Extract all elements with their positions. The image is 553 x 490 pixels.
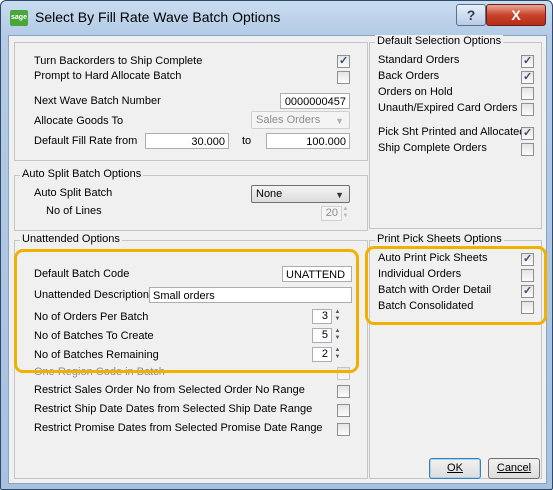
unauth-card-orders-checkbox[interactable] bbox=[521, 103, 534, 116]
window-title: Select By Fill Rate Wave Batch Options bbox=[35, 9, 281, 25]
default-selection-title: Default Selection Options bbox=[375, 35, 504, 47]
no-of-lines-label: No of Lines bbox=[46, 205, 102, 217]
allocate-goods-value: Sales Orders bbox=[256, 114, 321, 126]
unattended-highlight-box bbox=[14, 249, 359, 373]
cancel-button[interactable]: Cancel bbox=[488, 458, 540, 479]
default-selection-group: Default Selection Options Standard Order… bbox=[369, 35, 542, 229]
auto-split-group: Auto Split Batch Options Auto Split Batc… bbox=[14, 168, 368, 231]
cancel-button-label: Cancel bbox=[496, 462, 532, 474]
restrict-ship-date-checkbox[interactable] bbox=[337, 404, 350, 417]
orders-on-hold-label: Orders on Hold bbox=[378, 86, 453, 98]
next-wave-batch-field[interactable]: 0000000457 bbox=[280, 93, 350, 109]
standard-orders-label: Standard Orders bbox=[378, 54, 460, 66]
allocate-goods-label: Allocate Goods To bbox=[34, 115, 124, 127]
restrict-sales-order-label: Restrict Sales Order No from Selected Or… bbox=[34, 384, 305, 396]
back-orders-checkbox[interactable] bbox=[521, 70, 534, 84]
ship-complete-orders-checkbox[interactable] bbox=[521, 143, 534, 156]
ship-complete-orders-label: Ship Complete Orders bbox=[378, 142, 487, 154]
ok-button[interactable]: OK bbox=[429, 458, 481, 479]
chevron-down-icon: ▼ bbox=[335, 116, 344, 126]
fill-rate-to-field[interactable]: 100.000 bbox=[266, 133, 350, 149]
auto-split-title: Auto Split Batch Options bbox=[20, 168, 144, 180]
ok-button-label: OK bbox=[447, 462, 463, 474]
help-button[interactable]: ? bbox=[456, 4, 486, 26]
restrict-ship-date-label: Restrict Ship Date Dates from Selected S… bbox=[34, 403, 313, 415]
turn-backorders-label: Turn Backorders to Ship Complete bbox=[34, 55, 203, 67]
orders-on-hold-checkbox[interactable] bbox=[521, 87, 534, 100]
next-wave-batch-label: Next Wave Batch Number bbox=[34, 95, 161, 107]
restrict-promise-date-label: Restrict Promise Dates from Selected Pro… bbox=[34, 422, 323, 434]
pick-sht-printed-checkbox[interactable] bbox=[521, 126, 534, 140]
dialog-client-area: Turn Backorders to Ship Complete Prompt … bbox=[8, 35, 547, 484]
unauth-card-orders-label: Unauth/Expired Card Orders bbox=[378, 102, 518, 114]
auto-split-batch-label: Auto Split Batch bbox=[34, 187, 113, 199]
back-orders-label: Back Orders bbox=[378, 70, 440, 82]
default-fill-rate-label: Default Fill Rate from bbox=[34, 135, 138, 147]
close-button[interactable]: X bbox=[486, 4, 546, 26]
prompt-hard-allocate-checkbox[interactable] bbox=[337, 71, 350, 84]
pick-sht-printed-label: Pick Sht Printed and Allocated bbox=[378, 126, 526, 138]
print-pick-highlight-box bbox=[365, 246, 547, 325]
print-pick-sheets-title: Print Pick Sheets Options bbox=[375, 233, 504, 245]
auto-split-batch-select[interactable]: None ▼ bbox=[251, 185, 350, 203]
to-label: to bbox=[242, 135, 252, 147]
restrict-sales-order-checkbox[interactable] bbox=[337, 385, 350, 398]
dialog-window: sage Select By Fill Rate Wave Batch Opti… bbox=[0, 0, 553, 490]
main-options-group: Turn Backorders to Ship Complete Prompt … bbox=[14, 42, 368, 161]
restrict-promise-date-checkbox[interactable] bbox=[337, 423, 350, 436]
turn-backorders-checkbox[interactable] bbox=[337, 54, 350, 68]
no-of-lines-field[interactable]: 20 bbox=[321, 206, 342, 221]
no-of-lines-spinner[interactable]: ▲ ▼ bbox=[341, 206, 350, 220]
unattended-title: Unattended Options bbox=[20, 233, 122, 245]
chevron-down-icon: ▼ bbox=[335, 190, 344, 200]
sage-logo-icon: sage bbox=[10, 10, 28, 26]
auto-split-batch-value: None bbox=[256, 188, 283, 200]
allocate-goods-select[interactable]: Sales Orders ▼ bbox=[251, 111, 350, 129]
title-bar[interactable]: sage Select By Fill Rate Wave Batch Opti… bbox=[1, 1, 552, 35]
prompt-hard-allocate-label: Prompt to Hard Allocate Batch bbox=[34, 70, 182, 82]
standard-orders-checkbox[interactable] bbox=[521, 54, 534, 68]
fill-rate-from-field[interactable]: 30.000 bbox=[145, 133, 229, 149]
